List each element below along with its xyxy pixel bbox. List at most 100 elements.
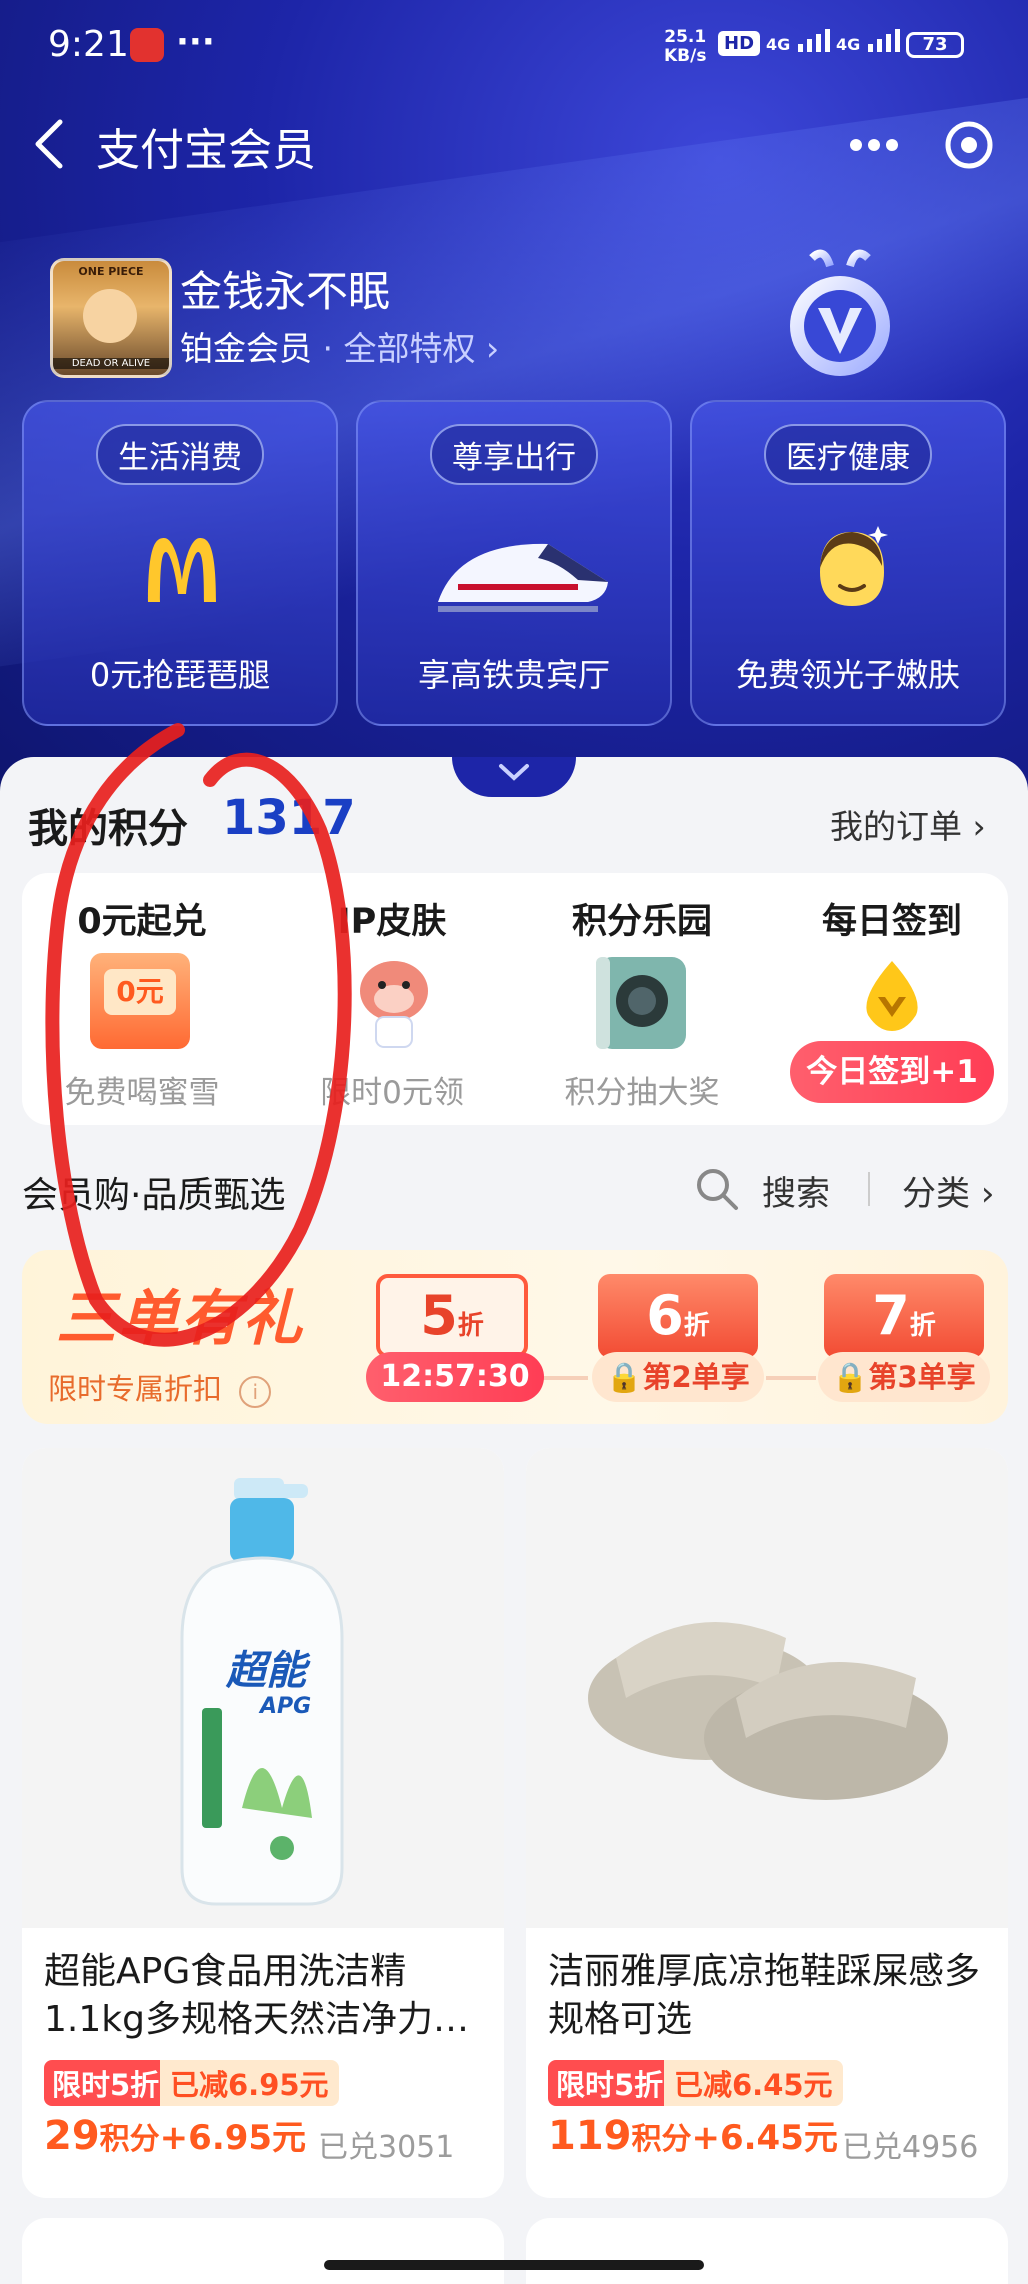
chevron-right-icon: ›: [980, 1174, 995, 1214]
product-brand: 超能: [226, 1648, 306, 1694]
benefit-caption: 免费领光子嫩肤: [735, 656, 960, 694]
product-price: 119积分+6.45元: [548, 2110, 838, 2159]
price-points: 119: [548, 2113, 632, 2159]
benefit-card-travel[interactable]: 尊享出行 享高铁贵宾厅: [356, 400, 672, 726]
app-notification-icon: [130, 28, 164, 62]
tier-discount: 6: [646, 1284, 684, 1347]
my-orders-link[interactable]: 我的订单 ›: [830, 800, 986, 848]
close-miniapp-icon[interactable]: [944, 120, 994, 170]
benefit-card-life[interactable]: 生活消费 0元抢琵琶腿: [22, 400, 338, 726]
benefit-category: 尊享出行: [430, 424, 598, 485]
status-time: 9:21: [48, 24, 129, 65]
tier-discount: 5: [420, 1284, 458, 1347]
product-name: 超能APG食品用洗洁精1.1kg多规格天然洁净力纳米...: [44, 1951, 469, 2040]
product-card-slippers[interactable]: 洁丽雅厚底凉拖鞋踩屎感多规格可选 限时5折 已减6.45元 119积分+6.45…: [526, 1448, 1008, 2198]
vip-v-badge-icon: [790, 249, 890, 376]
price-points-unit: 积分: [99, 2122, 160, 2157]
tier-7-discount[interactable]: 7折 🔒第3单享: [818, 1274, 990, 1410]
page-title: 支付宝会员: [96, 125, 316, 176]
entry-title: 每日签到: [821, 902, 962, 942]
mcdonalds-logo-icon: [148, 538, 216, 602]
discount-badge: 限时5折: [548, 2060, 672, 2106]
promo-title: 三单有礼: [56, 1284, 304, 1354]
product-price: 29积分+6.95元: [44, 2110, 306, 2159]
product-card-peek: [22, 2218, 504, 2284]
tier-box: 6折: [598, 1274, 758, 1358]
member-level-link[interactable]: 铂金会员 · 全部特权 ›: [180, 322, 499, 370]
my-orders-label: 我的订单: [830, 807, 962, 846]
tier-connector: [540, 1376, 588, 1380]
chevron-right-icon: ›: [972, 807, 986, 846]
chevron-down-icon[interactable]: [497, 762, 531, 784]
tier-5-discount[interactable]: 5折 12:57:30: [366, 1274, 544, 1410]
product-brand-sub: APG: [260, 1694, 312, 1719]
tier-unit: 折: [909, 1311, 936, 1341]
category-link[interactable]: 分类 ›: [902, 1166, 994, 1215]
redeemed-count: 已兑3051: [318, 2130, 455, 2165]
saved-amount: 已减6.45元: [664, 2060, 843, 2106]
all-privileges: 全部特权: [343, 329, 476, 368]
search-icon[interactable]: [694, 1166, 740, 1212]
tier-note: 🔒第3单享: [818, 1352, 990, 1402]
benefit-category: 医疗健康: [764, 424, 932, 485]
redeemed-count: 已兑4956: [842, 2130, 979, 2165]
member-level: 铂金会员: [180, 329, 312, 368]
product-image: [526, 1448, 1008, 1928]
search-button[interactable]: 搜索: [762, 1166, 830, 1215]
benefit-category: 生活消费: [96, 424, 264, 485]
price-points: 29: [44, 2113, 100, 2159]
saved-amount: 已减6.95元: [160, 2060, 339, 2106]
tier-discount: 7: [872, 1284, 910, 1347]
gold-v-drop-icon: [866, 961, 918, 1031]
avatar[interactable]: ONE PIECE DEAD OR ALIVE: [50, 258, 172, 378]
product-card-peek: [526, 2218, 1008, 2284]
more-options-icon[interactable]: [848, 134, 900, 156]
net-speed-unit: KB/s: [664, 46, 707, 66]
face-icon: [820, 526, 888, 606]
promo-subtitle: 限时专属折扣 i: [48, 1366, 272, 1408]
entry-ip-skin[interactable]: IP皮肤 限时0元领: [272, 873, 512, 1125]
signal-4g-1: 4G: [766, 26, 840, 54]
promo-subtitle-text: 限时专属折扣: [48, 1372, 223, 1406]
countdown-timer: 12:57:30: [366, 1352, 544, 1402]
divider: [868, 1172, 870, 1206]
beaver-mascot-icon: [360, 961, 428, 1048]
checkin-button[interactable]: 今日签到+1: [790, 1041, 994, 1103]
category-label: 分类: [902, 1174, 970, 1214]
entry-title: IP皮肤: [337, 902, 447, 942]
tier-6-discount[interactable]: 6折 🔒第2单享: [592, 1274, 764, 1410]
chevron-right-icon: ›: [486, 329, 500, 368]
net-speed-value: 25.1: [664, 27, 707, 47]
tier-note: 🔒第2单享: [592, 1352, 764, 1402]
price-cash: +6.45元: [691, 2118, 838, 2158]
signal-4g-2: 4G: [836, 26, 910, 54]
entry-title: 积分乐园: [571, 902, 712, 942]
entry-zero-redeem[interactable]: 0元起兑 0元 免费喝蜜雪: [22, 873, 262, 1125]
tier-box: 5折: [376, 1274, 528, 1358]
price-points-unit: 积分: [631, 2122, 692, 2157]
entry-daily-checkin[interactable]: 每日签到 今日签到+1: [772, 873, 1012, 1125]
home-indicator[interactable]: [324, 2260, 704, 2270]
product-image: 超能 APG: [22, 1448, 504, 1928]
status-more-dots: ···: [176, 22, 215, 62]
battery-level: 73: [922, 34, 948, 55]
signal-bars-icon: [797, 29, 830, 52]
battery-icon: 73: [906, 32, 964, 58]
slippers-icon: [588, 1622, 948, 1800]
product-name: 洁丽雅厚底凉拖鞋踩屎感多规格可选: [548, 1951, 981, 2040]
info-icon[interactable]: i: [239, 1376, 272, 1408]
entry-points-park[interactable]: 积分乐园 积分抽大奖: [522, 873, 762, 1125]
points-value: 1317: [222, 790, 356, 846]
benefit-card-health[interactable]: 医疗健康 免费领光子嫩肤: [690, 400, 1006, 726]
back-arrow-icon[interactable]: [30, 118, 70, 170]
product-card-detergent[interactable]: 超能 APG 超能APG食品用洗洁精1.1kg多规格天然洁净力纳米... 限时5…: [22, 1448, 504, 2198]
tier-unit: 折: [683, 1311, 710, 1341]
tier-note-text: 第2单享: [642, 1360, 750, 1394]
train-icon: [438, 543, 608, 612]
entry-subtitle: 免费喝蜜雪: [64, 1075, 220, 1111]
net-speed: 25.1 KB/s: [664, 28, 706, 66]
tier-connector: [766, 1376, 816, 1380]
avatar-caption-top: ONE PIECE: [78, 265, 144, 278]
profile-name: 金钱永不眠: [180, 267, 391, 316]
entry-subtitle: 积分抽大奖: [564, 1075, 720, 1111]
